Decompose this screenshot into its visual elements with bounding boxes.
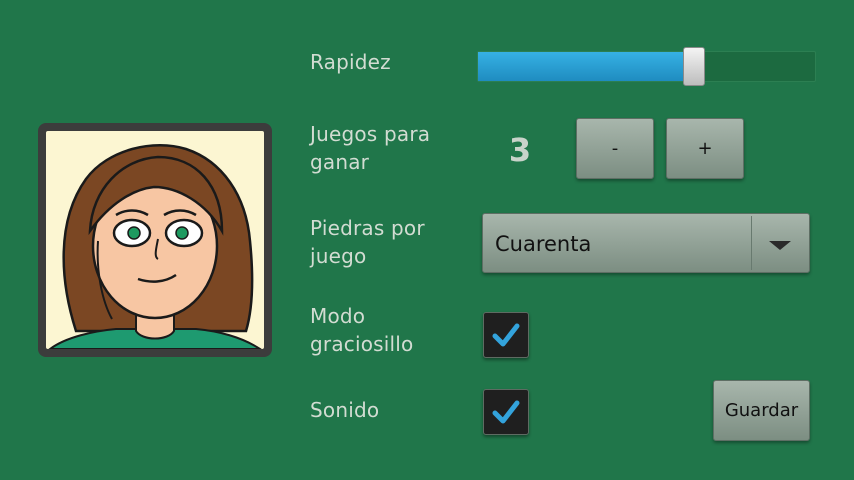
speed-slider-thumb[interactable] — [683, 47, 705, 86]
decrement-button[interactable]: - — [576, 118, 654, 179]
speed-slider[interactable] — [477, 51, 816, 82]
games-to-win-label: Juegos para ganar — [310, 120, 430, 176]
checkmark-icon — [492, 323, 520, 347]
girl-avatar-icon — [46, 131, 264, 349]
avatar — [38, 123, 272, 357]
stones-per-game-select[interactable]: Cuarenta — [482, 213, 810, 273]
speed-slider-fill — [478, 52, 694, 81]
games-to-win-label-line1: Juegos para — [310, 122, 431, 146]
decrement-button-label: - — [611, 138, 619, 159]
funny-mode-label: Modo graciosillo — [310, 302, 414, 358]
games-to-win-value: 3 — [508, 131, 532, 169]
stones-per-game-label: Piedras por juego — [310, 214, 425, 270]
increment-button-label: + — [697, 138, 713, 159]
stones-per-game-selected: Cuarenta — [495, 232, 592, 256]
funny-mode-label-line1: Modo — [310, 304, 366, 328]
save-button[interactable]: Guardar — [713, 380, 810, 441]
chevron-down-icon[interactable] — [769, 241, 791, 250]
funny-mode-label-line2: graciosillo — [310, 332, 414, 356]
stones-per-game-label-line2: juego — [310, 244, 367, 268]
stones-per-game-label-line1: Piedras por — [310, 216, 425, 240]
funny-mode-checkbox[interactable] — [483, 312, 529, 358]
save-button-label: Guardar — [724, 400, 799, 421]
sound-checkbox[interactable] — [483, 389, 529, 435]
checkmark-icon — [492, 400, 520, 424]
speed-label: Rapidez — [310, 50, 391, 74]
games-to-win-label-line2: ganar — [310, 150, 370, 174]
select-divider — [751, 216, 752, 270]
increment-button[interactable]: + — [666, 118, 744, 179]
sound-label: Sonido — [310, 398, 380, 422]
